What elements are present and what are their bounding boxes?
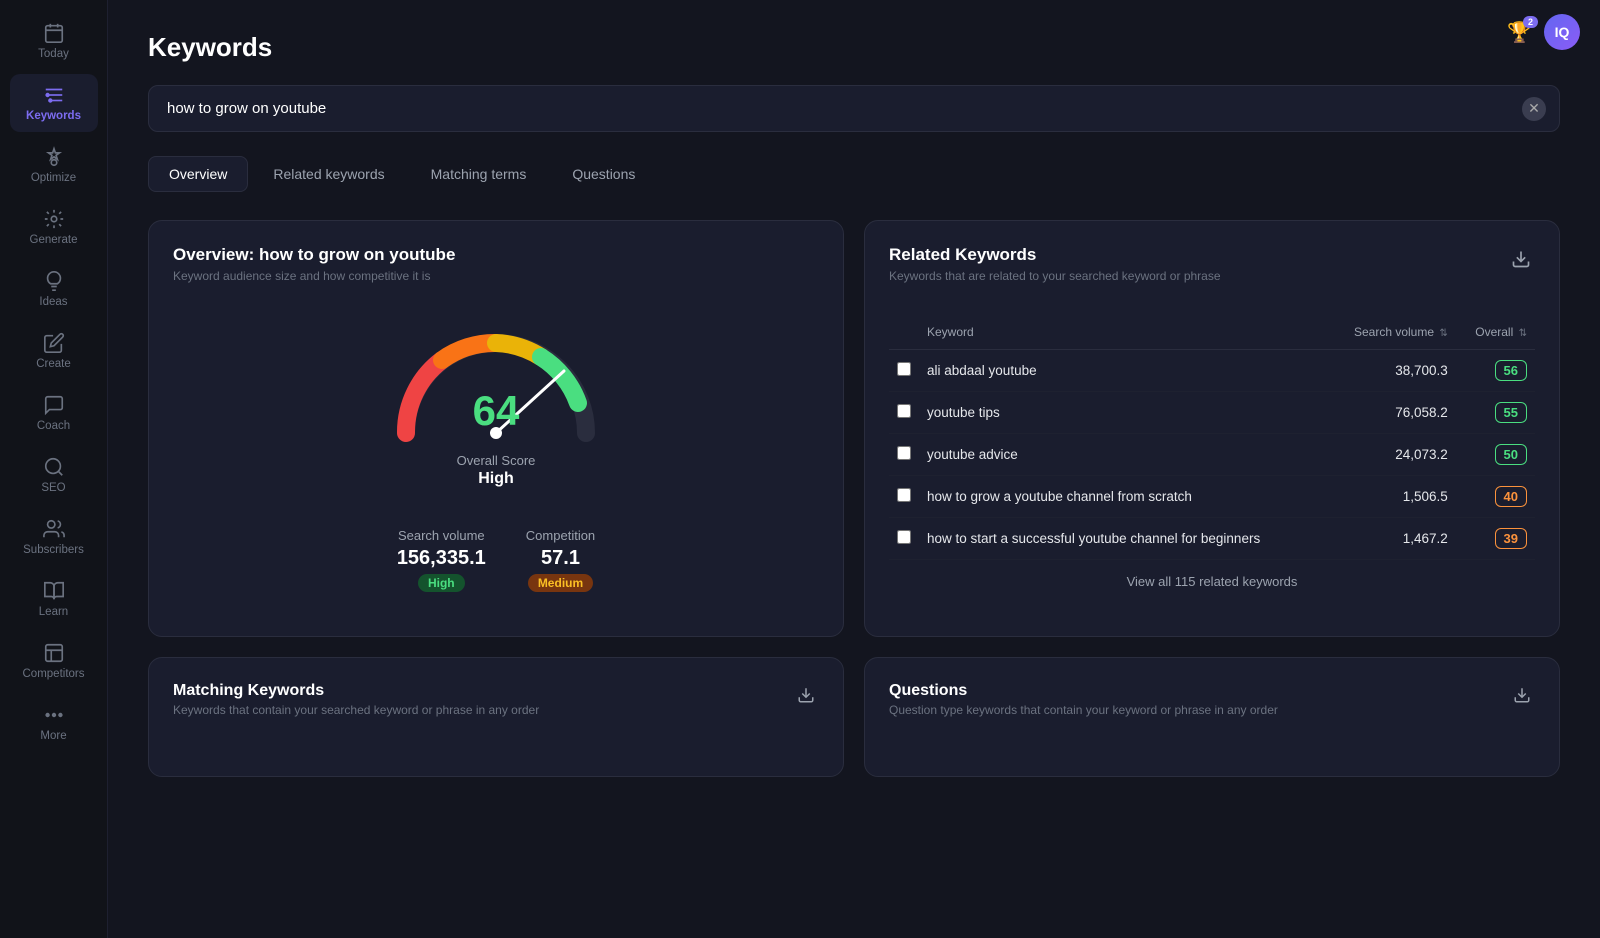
keyword-table: Keyword Search volume ⇅ Overall ⇅ bbox=[889, 319, 1535, 560]
keyword-checkbox-4[interactable] bbox=[897, 530, 911, 544]
view-all-link[interactable]: View all 115 related keywords bbox=[889, 574, 1535, 589]
sidebar-item-competitors[interactable]: Competitors bbox=[10, 632, 98, 690]
sidebar-item-today[interactable]: Today bbox=[10, 12, 98, 70]
questions-title: Questions bbox=[889, 682, 1278, 700]
competition-value: 57.1 bbox=[526, 547, 595, 570]
table-row: youtube advice 24,073.2 50 bbox=[889, 434, 1535, 476]
sidebar-item-learn[interactable]: Learn bbox=[10, 570, 98, 628]
keyword-checkbox-3[interactable] bbox=[897, 488, 911, 502]
keyword-volume-2: 24,073.2 bbox=[1327, 434, 1455, 476]
related-download-button[interactable] bbox=[1507, 245, 1535, 278]
gauge-score: 64 bbox=[473, 387, 520, 435]
keyword-checkbox-0[interactable] bbox=[897, 362, 911, 376]
sort-icon-overall: ⇅ bbox=[1519, 328, 1527, 339]
sidebar-item-optimize[interactable]: Optimize bbox=[10, 136, 98, 194]
gauge-wrap: 64 bbox=[386, 313, 606, 443]
related-keywords-subtitle: Keywords that are related to your search… bbox=[889, 269, 1221, 283]
stats-row: Search volume 156,335.1 High Competition… bbox=[397, 528, 595, 592]
keyword-score-2: 50 bbox=[1495, 444, 1527, 465]
download-icon-matching bbox=[797, 686, 815, 704]
main-content: Keywords ✕ Overview Related keywords Mat… bbox=[108, 0, 1600, 938]
overview-card-subtitle: Keyword audience size and how competitiv… bbox=[173, 269, 819, 283]
search-bar: ✕ bbox=[148, 85, 1560, 132]
related-header-text: Related Keywords Keywords that are relat… bbox=[889, 245, 1221, 303]
competition-stat: Competition 57.1 Medium bbox=[526, 528, 595, 592]
table-row: how to start a successful youtube channe… bbox=[889, 518, 1535, 560]
keyword-term-1: youtube tips bbox=[919, 392, 1327, 434]
table-row: how to grow a youtube channel from scrat… bbox=[889, 476, 1535, 518]
search-volume-value: 156,335.1 bbox=[397, 547, 486, 570]
tab-questions[interactable]: Questions bbox=[551, 156, 656, 192]
sidebar-item-create[interactable]: Create bbox=[10, 322, 98, 380]
competition-badge: Medium bbox=[528, 574, 593, 592]
search-input[interactable] bbox=[148, 85, 1560, 132]
sidebar-item-coach[interactable]: Coach bbox=[10, 384, 98, 442]
related-keywords-card: Related Keywords Keywords that are relat… bbox=[864, 220, 1560, 637]
search-volume-badge: High bbox=[418, 574, 465, 592]
trophy-badge: 2 bbox=[1523, 16, 1538, 28]
questions-subtitle: Question type keywords that contain your… bbox=[889, 703, 1278, 717]
related-keywords-title: Related Keywords bbox=[889, 245, 1221, 265]
questions-download-button[interactable] bbox=[1509, 682, 1535, 713]
keyword-term-3: how to grow a youtube channel from scrat… bbox=[919, 476, 1327, 518]
download-icon-questions bbox=[1513, 686, 1531, 704]
search-volume-label: Search volume bbox=[397, 528, 486, 543]
sidebar-item-seo[interactable]: SEO bbox=[10, 446, 98, 504]
keyword-term-0: ali abdaal youtube bbox=[919, 350, 1327, 392]
tab-matching-terms[interactable]: Matching terms bbox=[410, 156, 548, 192]
page-title: Keywords bbox=[148, 32, 1560, 63]
tabs: Overview Related keywords Matching terms… bbox=[148, 156, 1560, 192]
keyword-volume-0: 38,700.3 bbox=[1327, 350, 1455, 392]
matching-keywords-subtitle: Keywords that contain your searched keyw… bbox=[173, 703, 539, 717]
overview-card: Overview: how to grow on youtube Keyword… bbox=[148, 220, 844, 637]
keyword-score-1: 55 bbox=[1495, 402, 1527, 423]
overview-card-title: Overview: how to grow on youtube bbox=[173, 245, 819, 265]
competition-label: Competition bbox=[526, 528, 595, 543]
search-volume-stat: Search volume 156,335.1 High bbox=[397, 528, 486, 592]
sidebar-item-ideas[interactable]: Ideas bbox=[10, 260, 98, 318]
header-right: 🏆 2 IQ bbox=[1507, 14, 1580, 50]
sort-icon-volume: ⇅ bbox=[1439, 328, 1447, 339]
cards-grid: Overview: how to grow on youtube Keyword… bbox=[148, 220, 1560, 777]
th-keyword: Keyword bbox=[919, 319, 1327, 350]
matching-download-button[interactable] bbox=[793, 682, 819, 713]
matching-keywords-card: Matching Keywords Keywords that contain … bbox=[148, 657, 844, 777]
avatar[interactable]: IQ bbox=[1544, 14, 1580, 50]
search-clear-button[interactable]: ✕ bbox=[1522, 97, 1546, 121]
score-level: High bbox=[457, 470, 536, 488]
tab-overview[interactable]: Overview bbox=[148, 156, 248, 192]
keyword-term-4: how to start a successful youtube channe… bbox=[919, 518, 1327, 560]
th-overall: Overall ⇅ bbox=[1456, 319, 1535, 350]
keyword-score-3: 40 bbox=[1495, 486, 1527, 507]
sidebar-item-keywords[interactable]: Keywords bbox=[10, 74, 98, 132]
keyword-checkbox-2[interactable] bbox=[897, 446, 911, 460]
sidebar: Today Keywords Optimize Generate Ideas C… bbox=[0, 0, 108, 938]
score-label-main: Overall Score bbox=[457, 453, 536, 468]
sidebar-item-subscribers[interactable]: Subscribers bbox=[10, 508, 98, 566]
keyword-volume-3: 1,506.5 bbox=[1327, 476, 1455, 518]
keyword-score-4: 39 bbox=[1495, 528, 1527, 549]
tab-related-keywords[interactable]: Related keywords bbox=[252, 156, 405, 192]
th-checkbox bbox=[889, 319, 919, 350]
keyword-score-0: 56 bbox=[1495, 360, 1527, 381]
keyword-volume-1: 76,058.2 bbox=[1327, 392, 1455, 434]
table-row: youtube tips 76,058.2 55 bbox=[889, 392, 1535, 434]
score-label: Overall Score High bbox=[457, 453, 536, 488]
download-icon bbox=[1511, 249, 1531, 269]
questions-card: Questions Question type keywords that co… bbox=[864, 657, 1560, 777]
sidebar-item-more[interactable]: More bbox=[10, 694, 98, 752]
trophy-button[interactable]: 🏆 2 bbox=[1507, 20, 1532, 45]
keyword-volume-4: 1,467.2 bbox=[1327, 518, 1455, 560]
table-row: ali abdaal youtube 38,700.3 56 bbox=[889, 350, 1535, 392]
related-header: Related Keywords Keywords that are relat… bbox=[889, 245, 1535, 303]
matching-keywords-title: Matching Keywords bbox=[173, 682, 539, 700]
th-search-volume: Search volume ⇅ bbox=[1327, 319, 1455, 350]
gauge-container: 64 Overall Score High Search volume 156,… bbox=[173, 303, 819, 612]
sidebar-item-generate[interactable]: Generate bbox=[10, 198, 98, 256]
keyword-term-2: youtube advice bbox=[919, 434, 1327, 476]
keyword-checkbox-1[interactable] bbox=[897, 404, 911, 418]
